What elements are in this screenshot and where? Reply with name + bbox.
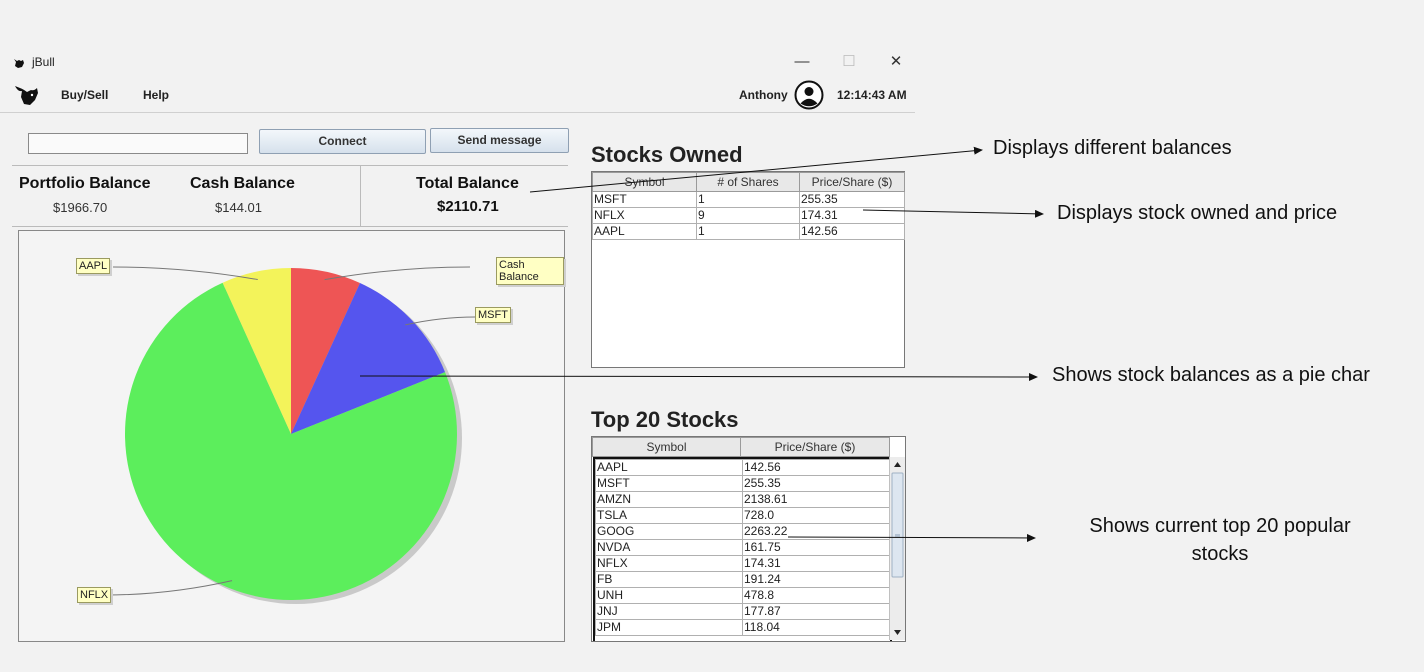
annotation-arrow-balances	[529, 146, 983, 193]
annotation-top-line-1: Shows current top 20 popular	[1089, 515, 1351, 537]
annotation-arrow-pie	[359, 372, 1038, 381]
annotation-owned: Displays stock owned and price	[1057, 202, 1338, 224]
annotation-arrows	[359, 146, 1044, 542]
annotation-pie: Shows stock balances as a pie char	[1052, 364, 1370, 386]
annotation-arrow-top	[787, 533, 1036, 542]
annotation-top-line-2: stocks	[1191, 543, 1249, 565]
annotation-arrow-owned	[862, 209, 1044, 218]
annotation-balances: Displays different balances	[993, 137, 1232, 159]
annotation-top-stocks: Shows current top 20 popular stocks	[1060, 512, 1380, 568]
